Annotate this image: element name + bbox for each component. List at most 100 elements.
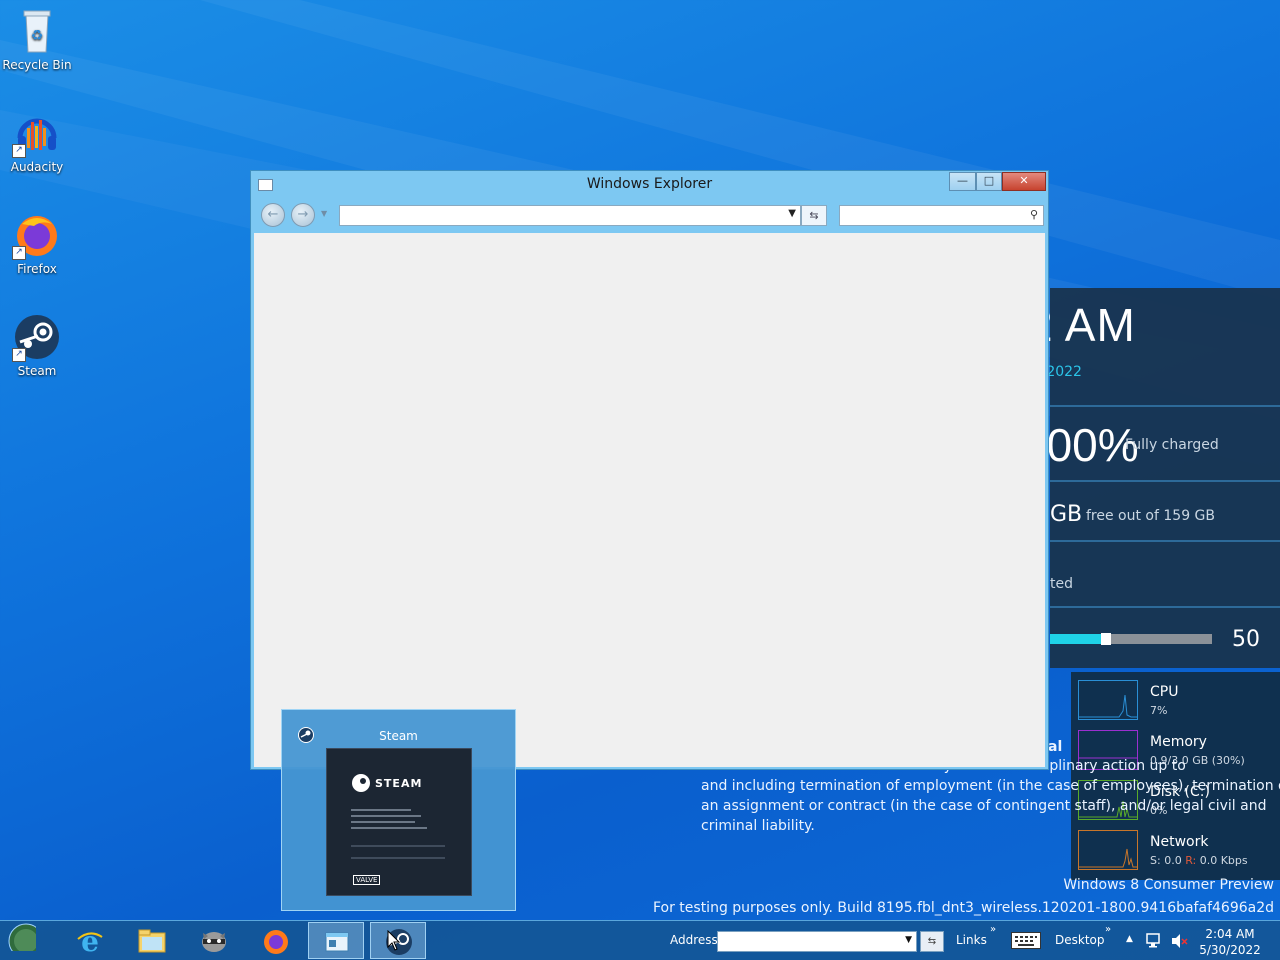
desktop-icon-label: Firefox — [17, 262, 57, 276]
volume-bar[interactable] — [1050, 633, 1212, 645]
steam-thumbnail-preview[interactable]: Steam STEAM VALVE — [281, 709, 516, 911]
recycle-bin-icon: ♻ — [12, 6, 62, 56]
taskbar-file-explorer[interactable] — [124, 922, 180, 959]
taskbar-raccoon-app[interactable] — [186, 922, 242, 959]
legal-line: and including termination of employment … — [701, 778, 1280, 794]
desktop-icon-recycle-bin[interactable]: ♻ Recycle Bin — [2, 6, 72, 72]
taskbar-windows-explorer[interactable] — [308, 922, 364, 959]
network-send-value: 0.0 — [1164, 854, 1182, 867]
thumbnail-title: Steam — [379, 729, 418, 743]
shortcut-arrow-icon: ↗ — [12, 144, 26, 158]
maximize-button[interactable]: □ — [976, 172, 1002, 191]
edition-watermark: Windows 8 Consumer Preview — [1063, 877, 1274, 893]
recent-pages-chevron-icon[interactable]: ▼ — [321, 209, 327, 218]
taskbar-date: 5/30/2022 — [1199, 943, 1261, 957]
gadget-divider — [1050, 606, 1280, 608]
perf-value: 7% — [1150, 704, 1168, 717]
volume-bar-fill — [1050, 634, 1103, 644]
raccoon-icon — [202, 932, 226, 952]
firefox-icon — [264, 930, 288, 954]
snapshot-line — [351, 821, 415, 823]
build-watermark: For testing purposes only. Build 8195.fb… — [652, 900, 1274, 916]
desktop-icon-label: Audacity — [10, 160, 64, 174]
desktop-icon-label: Recycle Bin — [2, 58, 72, 72]
gadget-divider — [1050, 405, 1280, 407]
touch-keyboard-icon[interactable] — [1011, 932, 1041, 949]
perf-item-network[interactable]: Network S: 0.0 R: 0.0 Kbps — [1078, 830, 1278, 874]
address-go-button[interactable]: ⇆ — [920, 931, 944, 952]
snapshot-line — [351, 845, 445, 847]
search-box[interactable]: ⚲ — [839, 205, 1044, 226]
desktop-toolbar-label[interactable]: Desktop — [1055, 933, 1105, 947]
legal-line: criminal liability. — [701, 818, 815, 834]
internet-explorer-icon: e — [77, 927, 103, 955]
perf-name: Network — [1150, 834, 1209, 850]
volume-bar-knob[interactable] — [1101, 633, 1111, 645]
steam-icon: ↗ — [12, 312, 62, 362]
perf-name: Memory — [1150, 734, 1207, 750]
mouse-cursor-icon — [387, 930, 401, 951]
taskbar-firefox[interactable] — [248, 922, 304, 959]
audacity-icon: ↗ — [12, 108, 62, 158]
forward-button[interactable]: → — [291, 203, 315, 227]
steam-logo-icon — [352, 774, 370, 792]
desktop-icon-audacity[interactable]: ↗ Audacity — [2, 108, 72, 174]
perf-value: S: 0.0 R: 0.0 Kbps — [1150, 854, 1248, 867]
steam-logo-text: STEAM — [375, 777, 423, 790]
cpu-graph — [1078, 680, 1138, 720]
gadget-network-status: ted — [1050, 576, 1073, 592]
explorer-window[interactable]: Windows Explorer — □ ✕ ← → ▼ ▼ ⇆ ⚲ — [250, 170, 1049, 770]
gadget-disk-free: GB — [1050, 502, 1083, 527]
start-button[interactable] — [0, 922, 56, 959]
taskbar-clock[interactable]: 2:04 AM 5/30/2022 — [1198, 926, 1262, 958]
explorer-window-icon — [325, 932, 349, 952]
snapshot-line — [351, 827, 427, 829]
search-icon[interactable]: ⚲ — [1030, 208, 1038, 221]
address-dropdown-icon[interactable]: ▼ — [788, 208, 796, 219]
desktop-chevron-icon[interactable]: » — [1105, 924, 1111, 935]
links-chevron-icon[interactable]: » — [990, 924, 996, 935]
legal-heading: al — [1048, 739, 1063, 755]
snapshot-line — [351, 857, 445, 859]
address-dropdown-icon[interactable]: ▼ — [905, 935, 912, 945]
network-graph — [1078, 830, 1138, 870]
network-send-label: S: — [1150, 854, 1161, 867]
gadget-battery-status: Fully charged — [1125, 437, 1219, 453]
address-bar[interactable]: ▼ — [339, 205, 801, 226]
folder-icon — [138, 929, 166, 953]
svg-text:♻: ♻ — [31, 28, 44, 44]
explorer-content-area[interactable] — [254, 233, 1045, 767]
close-button[interactable]: ✕ — [1002, 172, 1046, 191]
steam-window-snapshot: STEAM VALVE — [326, 748, 472, 896]
gadget-disk-label: free out of 159 GB — [1086, 508, 1216, 524]
links-toolbar-label[interactable]: Links — [956, 933, 987, 947]
firefox-icon: ↗ — [12, 210, 62, 260]
address-toolbar-label: Address — [670, 933, 718, 947]
refresh-button[interactable]: ⇆ — [801, 205, 827, 226]
volume-muted-icon[interactable] — [1170, 932, 1188, 950]
gadget-divider — [1050, 540, 1280, 542]
taskbar-internet-explorer[interactable]: e — [62, 922, 118, 959]
desktop-icon-firefox[interactable]: ↗ Firefox — [2, 210, 72, 276]
info-gadget: 2:02 AM 5/30, 2022 100% Fully charged GB… — [960, 288, 1280, 668]
valve-logo: VALVE — [353, 875, 381, 885]
desktop-icon-steam[interactable]: ↗ Steam — [2, 312, 72, 378]
taskbar-time: 2:04 AM — [1205, 927, 1255, 941]
window-title: Windows Explorer — [586, 176, 713, 192]
taskbar-address-input[interactable]: ▼ — [717, 931, 917, 952]
perf-item-cpu[interactable]: CPU 7% — [1078, 680, 1278, 724]
back-button[interactable]: ← — [261, 203, 285, 227]
snapshot-line — [351, 809, 411, 811]
network-tray-icon[interactable] — [1146, 932, 1164, 950]
perf-name: CPU — [1150, 684, 1179, 700]
shortcut-arrow-icon: ↗ — [12, 348, 26, 362]
network-recv-label: R: — [1185, 854, 1197, 867]
show-hidden-icons-icon[interactable]: ▲ — [1126, 934, 1133, 944]
volume-value: 50 — [1232, 627, 1260, 652]
shortcut-arrow-icon: ↗ — [12, 246, 26, 260]
minimize-button[interactable]: — — [949, 172, 976, 191]
gadget-divider — [1050, 480, 1280, 482]
desktop-icon-label: Steam — [17, 364, 57, 378]
taskbar: e Address ▼ ⇆ Links » Desktop » ▲ 2:04 A… — [0, 920, 1280, 960]
network-recv-value: 0.0 Kbps — [1199, 854, 1248, 867]
